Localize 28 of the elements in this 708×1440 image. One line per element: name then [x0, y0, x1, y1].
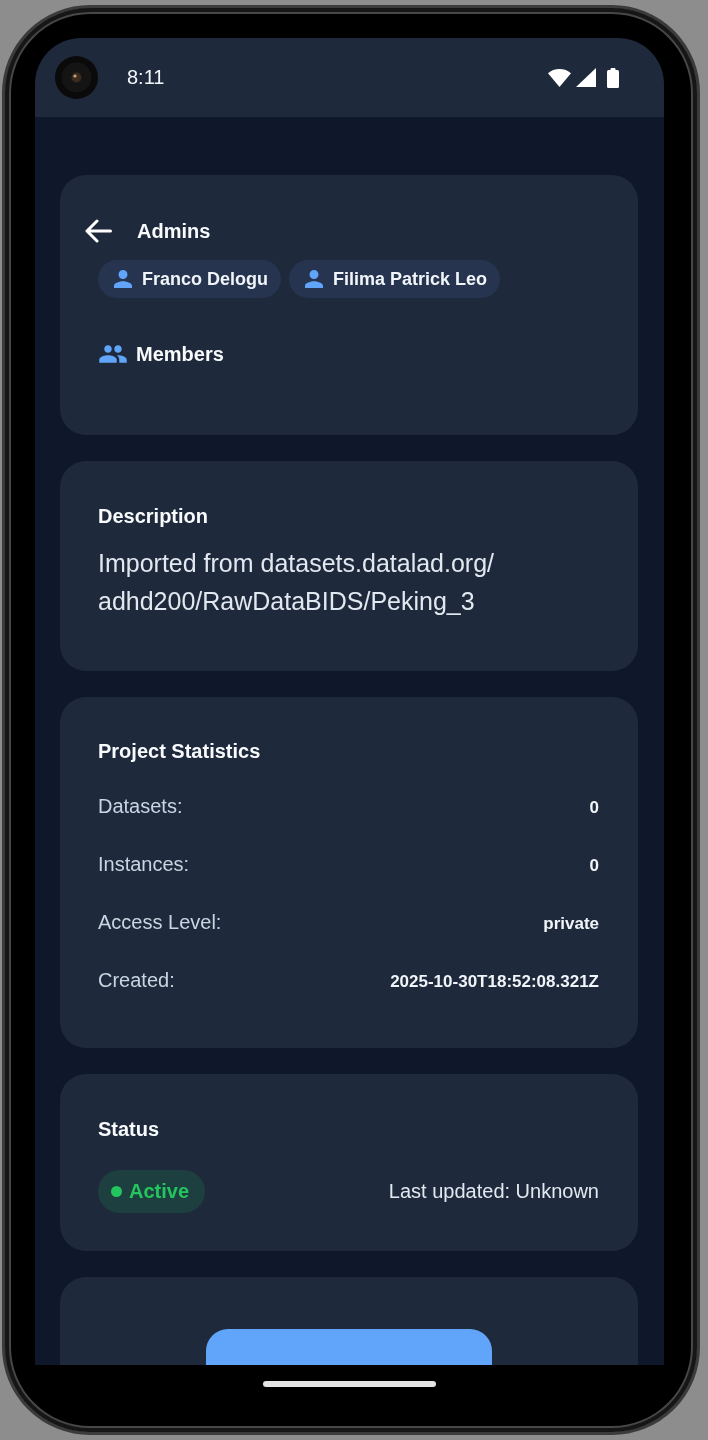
wifi-icon [548, 68, 571, 87]
stat-label: Access Level: [98, 910, 222, 935]
stat-value: 0 [589, 855, 599, 877]
front-camera-icon [55, 56, 98, 99]
status-label: Active [129, 1180, 190, 1203]
section-title: Description [98, 505, 209, 527]
signal-icon [576, 68, 596, 87]
stat-value: private [543, 913, 599, 935]
people-icon [98, 344, 128, 364]
section-title: Members [136, 342, 224, 366]
person-icon [305, 270, 323, 288]
stat-value: 0 [589, 797, 599, 819]
arrow-left-icon [84, 219, 112, 243]
last-updated-text: Last updated: Unknown [388, 1180, 599, 1203]
back-button[interactable] [84, 219, 112, 243]
stat-label: Instances: [98, 852, 190, 877]
person-icon [114, 270, 132, 288]
stat-label: Created: [98, 968, 175, 993]
status-time: 8:11 [127, 66, 166, 89]
stat-label: Datasets: [98, 794, 183, 819]
description-text: Imported from datasets.datalad.org/adhd200/RawDataBIDS/Peking_3 [98, 548, 496, 617]
admin-name: Franco Delogu [142, 268, 268, 290]
admin-name: Filima Patrick Leo [333, 268, 488, 290]
section-title: Project Statistics [98, 740, 261, 762]
stat-value: 2025-10-30T18:52:08.321Z [390, 971, 599, 993]
section-title: Status [98, 1118, 160, 1140]
section-title: Admins [137, 219, 211, 243]
battery-icon [607, 67, 619, 88]
